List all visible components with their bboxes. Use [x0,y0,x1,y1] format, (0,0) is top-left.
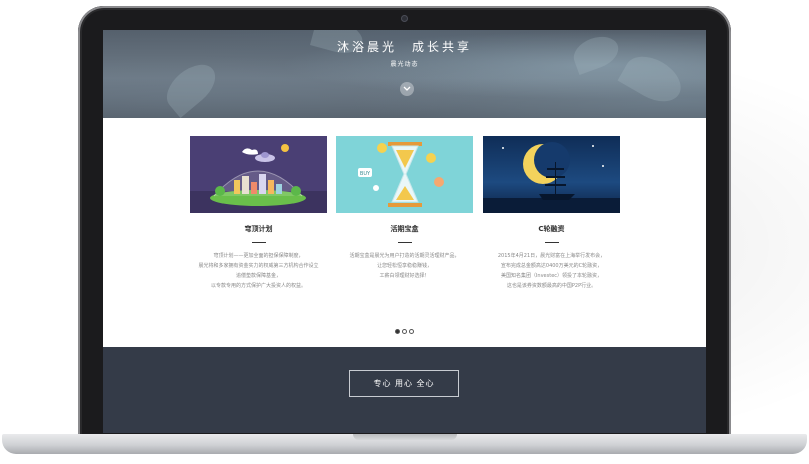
hero-subtitle: 晨光动态 [390,61,419,68]
laptop-screen: 沐浴晨光 成长共享 晨光动态 穹顶计划 穹顶计划——更加全面的担保保障制度， 晨… [103,30,706,433]
laptop-opening-notch [353,434,457,440]
chevron-down-icon [403,86,411,91]
desc-line: 让您轻松恒享稳稳赚钱， [376,263,432,269]
desc-line: 宣布完成总金额高达0400万美元的C轮融资， [500,263,603,269]
desc-line: 穹顶计划——更加全面的担保保障制度， [213,253,304,259]
card-description: 穹顶计划——更加全面的担保保障制度， 晨光将和多家拥有资金实力的权威第三方机构合… [190,251,327,291]
card-current-box[interactable]: BUY 活期宝盒 活期宝盒是晨光为用户打造的活期灵活理财产品， 让您轻松恒享稳稳… [336,136,473,281]
card-description: 2015年4月21日，晨光财富在上海举行发布会， 宣布完成总金额高达0400万美… [483,251,620,291]
cta-button[interactable]: 专心 用心 全心 [349,370,459,397]
hourglass-illustration: BUY [336,136,473,213]
dome-plan-illustration [190,136,327,213]
title-divider [251,242,266,243]
desc-line: 追偿垫款保障基金， [235,273,281,279]
title-divider [397,242,412,243]
webcam [401,15,408,22]
card-title: C轮融资 [538,225,565,233]
pagination-dot[interactable] [409,329,414,334]
ship-moon-illustration [483,136,620,213]
card-title: 穹顶计划 [244,225,273,233]
desc-line: 2015年4月21日，晨光财富在上海举行发布会， [497,253,606,259]
svg-text:BUY: BUY [360,171,371,177]
footer-band: 专心 用心 全心 [103,347,706,433]
pagination-dot[interactable] [395,329,400,334]
desc-line: 以专款专用的方式保护广大投资人的权益。 [210,283,306,289]
scroll-down-button[interactable] [400,82,414,96]
desc-line: 工薪白领理财好选择！ [379,273,430,279]
succulent-leaf [617,47,689,111]
card-description: 活期宝盒是晨光为用户打造的活期灵活理财产品， 让您轻松恒享稳稳赚钱， 工薪白领理… [336,251,473,281]
title-divider [544,242,559,243]
carousel-pagination [394,319,415,334]
pagination-dot[interactable] [402,329,407,334]
desc-line: 晨光将和多家拥有资金实力的权威第三方机构合作设立 [198,263,319,269]
desc-line: 这也是该券资数额最高的中国P2P行业。 [506,283,597,289]
hero-title: 沐浴晨光 成长共享 [336,40,472,54]
card-series-c[interactable]: C轮融资 2015年4月21日，晨光财富在上海举行发布会， 宣布完成总金额高达0… [483,136,620,291]
desc-line: 美国知名集团（Investec）领投了本轮融资， [500,273,603,279]
card-dome-plan[interactable]: 穹顶计划 穹顶计划——更加全面的担保保障制度， 晨光将和多家拥有资金实力的权威第… [190,136,327,291]
hero-banner: 沐浴晨光 成长共享 晨光动态 [103,30,706,119]
desc-line: 活期宝盒是晨光为用户打造的活期灵活理财产品， [349,253,460,259]
card-title: 活期宝盒 [390,225,419,233]
